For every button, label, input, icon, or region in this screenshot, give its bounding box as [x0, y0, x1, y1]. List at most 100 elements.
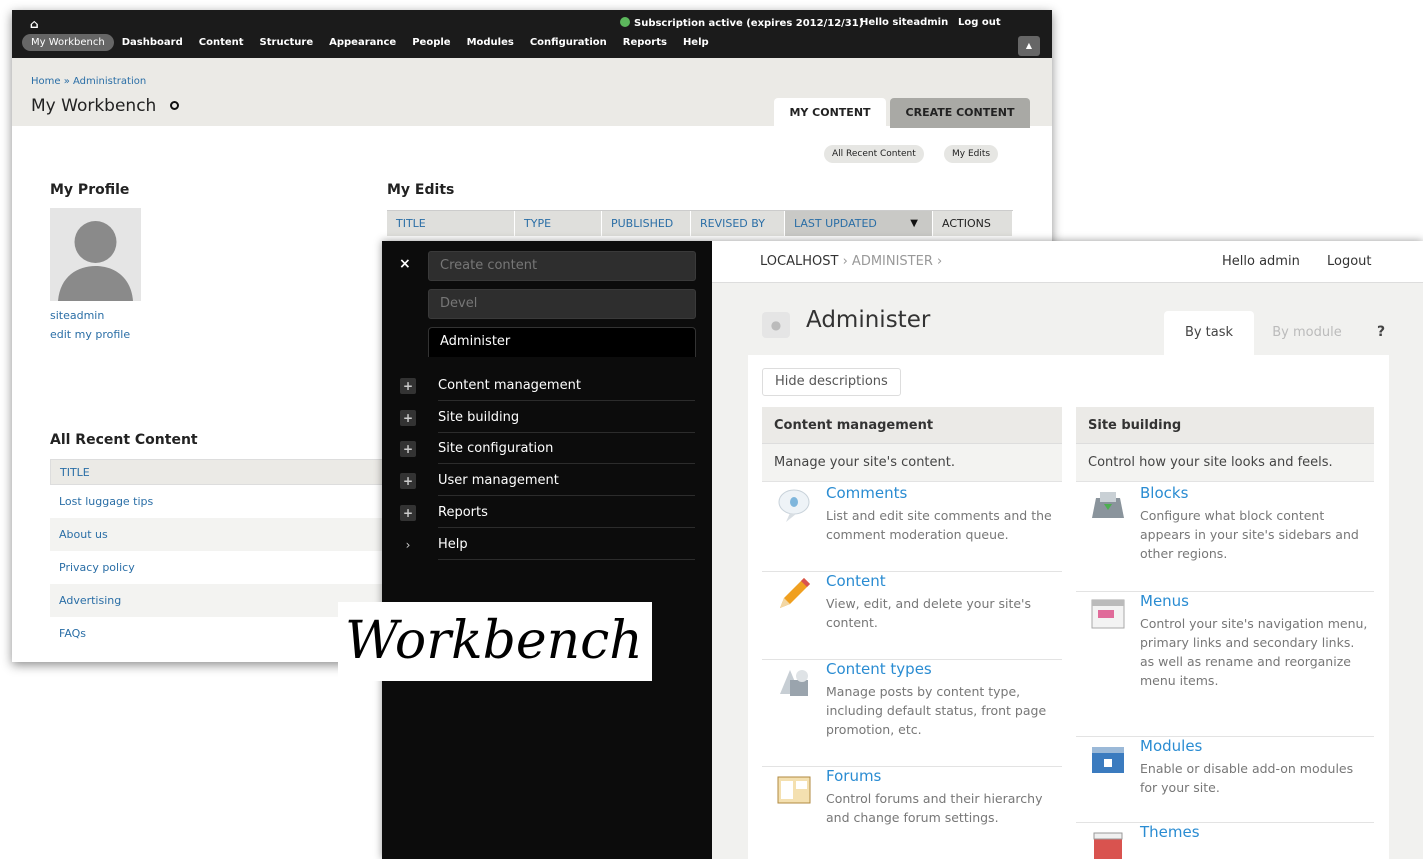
admin-item-desc: Manage posts by content type, including …: [826, 684, 1047, 737]
nav-modules[interactable]: Modules: [459, 37, 522, 48]
nav-dashboard[interactable]: Dashboard: [114, 37, 191, 48]
admin-item-title[interactable]: Themes: [1140, 823, 1200, 841]
edit-profile-link[interactable]: edit my profile: [50, 328, 130, 341]
user-greeting[interactable]: Hello admin: [1222, 254, 1300, 269]
tab-by-module[interactable]: By module: [1257, 311, 1357, 355]
col-actions: ACTIONS: [933, 211, 1013, 236]
admin-item-content-types: Content types Manage posts by content ty…: [762, 660, 1062, 767]
my-edits-button[interactable]: My Edits: [944, 145, 999, 163]
create-content-button[interactable]: Create content: [428, 251, 696, 281]
breadcrumb-separator: ›: [937, 254, 943, 269]
admin-item-title[interactable]: Modules: [1140, 737, 1202, 755]
tab-by-task[interactable]: By task: [1164, 311, 1254, 355]
plus-icon[interactable]: +: [400, 504, 416, 521]
plus-icon[interactable]: +: [400, 440, 416, 457]
chevron-right-icon: ›: [405, 537, 411, 552]
nav-appearance[interactable]: Appearance: [321, 37, 404, 48]
sidebar-item-site-configuration[interactable]: + Site configuration: [400, 433, 695, 464]
breadcrumb-localhost[interactable]: LOCALHOST: [760, 254, 838, 269]
breadcrumb[interactable]: Home » Administration: [31, 76, 146, 87]
admin-sidebar: × Create content Devel Administer + Conte…: [382, 241, 712, 859]
table-row[interactable]: About us: [50, 518, 410, 551]
admin-item-desc: Enable or disable add-on modules for you…: [1140, 761, 1354, 795]
check-icon: [620, 17, 630, 27]
content-management-section: Content management Manage your site's co…: [762, 407, 1062, 859]
menu-icon: [1090, 596, 1126, 630]
nav-reports[interactable]: Reports: [615, 37, 675, 48]
recent-col-title[interactable]: TITLE: [50, 459, 410, 485]
breadcrumb-administer[interactable]: ADMINISTER: [852, 254, 933, 269]
sidebar-item-label: Site building: [438, 402, 695, 433]
tab-my-content[interactable]: MY CONTENT: [774, 98, 886, 128]
nav-structure[interactable]: Structure: [252, 37, 322, 48]
section-description: Control how your site looks and feels.: [1076, 444, 1374, 482]
page-title: ● Administer: [762, 307, 930, 338]
sidebar-item-user-management[interactable]: + User management: [400, 465, 695, 496]
admin-item-desc: Control forums and their hierarchy and c…: [826, 791, 1043, 825]
user-silhouette-icon: [58, 221, 133, 301]
admin-item-title[interactable]: Content: [826, 572, 886, 590]
toolbar-toggle-icon[interactable]: ▲: [1018, 36, 1040, 56]
admin-item-menus: Menus Control your site's navigation men…: [1076, 592, 1374, 737]
admin-item-desc: List and edit site comments and the comm…: [826, 508, 1052, 542]
home-icon[interactable]: ⌂: [30, 17, 39, 31]
nav-my-workbench[interactable]: My Workbench: [22, 34, 114, 51]
administer-tab[interactable]: Administer: [428, 327, 696, 357]
sort-down-icon: ▼: [910, 218, 918, 229]
logout-link[interactable]: Logout: [1327, 254, 1372, 269]
admin-item-title[interactable]: Menus: [1140, 592, 1189, 610]
user-greeting: Hello siteadmin: [860, 17, 948, 28]
admin-item-modules: Modules Enable or disable add-on modules…: [1076, 737, 1374, 823]
breadcrumb-separator: ›: [842, 254, 848, 269]
section-heading: Site building: [1076, 407, 1374, 444]
table-row[interactable]: Privacy policy: [50, 551, 410, 584]
sidebar-item-help[interactable]: › Help: [400, 529, 695, 560]
admin-item-title[interactable]: Comments: [826, 484, 907, 502]
close-icon[interactable]: ×: [399, 256, 411, 272]
col-title[interactable]: TITLE: [387, 211, 515, 236]
col-published[interactable]: PUBLISHED: [602, 211, 691, 236]
col-type[interactable]: TYPE: [515, 211, 602, 236]
hello-text: Hello: [860, 17, 889, 28]
admin-item-title[interactable]: Forums: [826, 767, 881, 785]
logout-link[interactable]: Log out: [958, 17, 1001, 28]
table-row[interactable]: Lost luggage tips: [50, 485, 410, 518]
admin-item-desc: Configure what block content appears in …: [1140, 508, 1359, 561]
username-link[interactable]: siteadmin: [892, 17, 948, 28]
profile-username-link[interactable]: siteadmin: [50, 309, 104, 322]
admin-toolbar: ⌂ My Workbench Dashboard Content Structu…: [12, 10, 1052, 58]
plus-icon[interactable]: +: [400, 377, 416, 394]
sidebar-item-content-management[interactable]: + Content management: [400, 370, 695, 401]
breadcrumb: LOCALHOST › ADMINISTER ›: [760, 254, 942, 269]
devel-button[interactable]: Devel: [428, 289, 696, 319]
all-recent-content-button[interactable]: All Recent Content: [824, 145, 924, 163]
admin-window: × Create content Devel Administer + Conte…: [382, 241, 1423, 859]
sidebar-item-label: User management: [438, 465, 695, 496]
shortcut-icon[interactable]: [170, 101, 180, 110]
admin-item-blocks: Blocks Configure what block content appe…: [1076, 484, 1374, 592]
tab-create-content[interactable]: CREATE CONTENT: [890, 98, 1030, 128]
nav-configuration[interactable]: Configuration: [522, 37, 615, 48]
col-last-updated[interactable]: LAST UPDATED ▼: [785, 211, 933, 236]
screenshot-stage: ⌂ My Workbench Dashboard Content Structu…: [0, 0, 1423, 859]
plus-icon[interactable]: +: [400, 472, 416, 489]
sidebar-item-site-building[interactable]: + Site building: [400, 402, 695, 433]
admin-item-title[interactable]: Blocks: [1140, 484, 1188, 502]
help-icon[interactable]: ?: [1370, 321, 1392, 343]
sidebar-item-reports[interactable]: + Reports: [400, 497, 695, 528]
drop-icon: ●: [762, 312, 790, 338]
nav-content[interactable]: Content: [191, 37, 252, 48]
admin-item-title[interactable]: Content types: [826, 660, 932, 678]
nav-help[interactable]: Help: [675, 37, 717, 48]
hide-descriptions-button[interactable]: Hide descriptions: [762, 368, 901, 396]
site-building-section: Site building Control how your site look…: [1076, 407, 1374, 859]
my-edits-heading: My Edits: [387, 182, 455, 198]
plus-icon[interactable]: +: [400, 409, 416, 426]
nav-people[interactable]: People: [404, 37, 458, 48]
comment-icon: [776, 488, 812, 522]
sidebar-item-label: Site configuration: [438, 433, 695, 464]
subscription-text: Subscription active (expires 2012/12/31): [634, 18, 864, 29]
col-revised-by[interactable]: REVISED BY: [691, 211, 785, 236]
my-edits-table-header: TITLE TYPE PUBLISHED REVISED BY LAST UPD…: [387, 210, 1013, 236]
section-heading: Content management: [762, 407, 1062, 444]
